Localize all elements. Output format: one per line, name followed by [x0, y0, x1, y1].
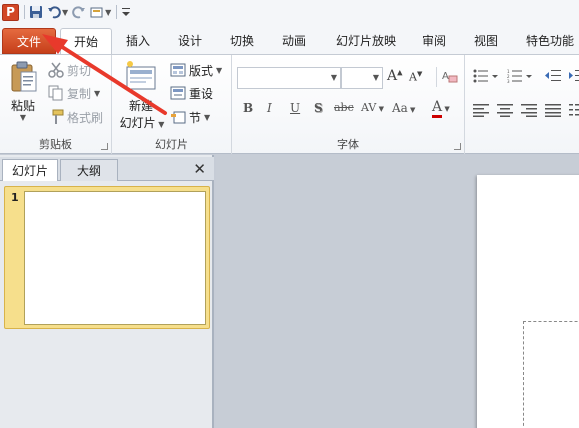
layout-label: 版式: [189, 63, 214, 78]
slides-group: 新建 幻灯片 ▼ 版式 ▼ 重设 节 ▼ 幻灯片: [112, 55, 232, 154]
copy-icon: [48, 85, 64, 101]
align-right-icon[interactable]: [521, 103, 537, 120]
reset-icon: [170, 85, 186, 101]
columns-icon[interactable]: [569, 103, 579, 120]
layout-icon: [170, 62, 186, 78]
numbering-icon[interactable]: 123: [507, 69, 533, 86]
new-slide-button[interactable]: 新建 幻灯片 ▼: [116, 59, 166, 131]
section-dropdown-icon: ▼: [204, 112, 211, 122]
new-slide-icon: [126, 61, 156, 90]
font-size-combo[interactable]: ▼: [341, 67, 383, 89]
new-slide-icon[interactable]: [90, 3, 104, 21]
tab-animations[interactable]: 动画: [274, 28, 314, 54]
font-launcher-icon[interactable]: [454, 143, 461, 150]
font-size-dropdown-icon: ▼: [372, 73, 379, 82]
italic-button[interactable]: I: [267, 101, 272, 115]
copy-label: 复制: [67, 86, 92, 101]
slides-group-label: 幻灯片: [155, 138, 188, 151]
section-button[interactable]: 节 ▼: [170, 107, 210, 127]
font-color-button[interactable]: A ▼: [432, 99, 450, 118]
tab-outline[interactable]: 大纲: [60, 159, 118, 181]
save-icon[interactable]: [29, 3, 43, 21]
slide-thumbnail[interactable]: [24, 191, 206, 325]
shadow-button[interactable]: S: [314, 101, 323, 115]
tab-slideshow[interactable]: 幻灯片放映: [326, 28, 406, 54]
bullets-icon[interactable]: [473, 69, 499, 86]
tab-view[interactable]: 视图: [466, 28, 506, 54]
slide-canvas[interactable]: [477, 175, 579, 428]
clipboard-group-label: 剪贴板: [39, 138, 72, 151]
undo-dropdown-icon[interactable]: ▼: [62, 8, 68, 17]
font-group: ▼ ▼ A▲ A▼ A B I U S abc AV ▼ Aa ▼ A ▼ 字体: [232, 55, 465, 154]
slide-editing-area: [216, 155, 579, 428]
tab-review[interactable]: 审阅: [414, 28, 454, 54]
tab-design[interactable]: 设计: [170, 28, 210, 54]
align-center-icon[interactable]: [497, 103, 513, 120]
font-name-dropdown-icon: ▼: [330, 73, 337, 82]
new-slide-label-bottom: 幻灯片 ▼: [119, 116, 165, 130]
paste-label: 粘贴: [10, 99, 35, 113]
new-slide-label-top: 新建: [128, 99, 153, 113]
tab-transitions[interactable]: 切换: [222, 28, 262, 54]
char-spacing-button[interactable]: AV ▼: [361, 101, 384, 114]
cut-button[interactable]: 剪切: [48, 60, 91, 80]
svg-text:A: A: [442, 71, 449, 82]
tab-insert[interactable]: 插入: [118, 28, 158, 54]
slide-thumbnail-panel: 幻灯片 大纲 ✕ 1: [0, 155, 214, 428]
bold-button[interactable]: B: [243, 101, 253, 115]
tab-home[interactable]: 开始: [60, 28, 112, 54]
layout-dropdown-icon: ▼: [216, 65, 223, 75]
qat-divider: [24, 5, 25, 19]
content-placeholder[interactable]: [523, 321, 579, 428]
paste-icon: [11, 61, 37, 92]
tab-slides[interactable]: 幻灯片: [2, 159, 58, 181]
increase-indent-icon[interactable]: [569, 69, 579, 86]
redo-icon[interactable]: [72, 3, 86, 21]
quick-access-toolbar: P ▼ ▼: [0, 0, 579, 24]
change-case-button[interactable]: Aa ▼: [392, 101, 415, 115]
clear-format-icon[interactable]: A: [436, 67, 458, 87]
copy-button[interactable]: 复制 ▼: [48, 83, 100, 103]
copy-dropdown-icon: ▼: [94, 88, 101, 98]
paragraph-group: 123: [465, 55, 579, 154]
ribbon-home: 粘贴 ▼ 剪切 复制 ▼ 格式刷 剪贴板 新建 幻灯片 ▼ 版式 ▼ 重设 节 …: [0, 54, 579, 154]
format-painter-label: 格式刷: [67, 110, 104, 125]
justify-icon[interactable]: [545, 103, 561, 120]
font-group-label: 字体: [337, 138, 359, 151]
paste-dropdown-icon: ▼: [19, 113, 27, 122]
align-left-icon[interactable]: [473, 103, 489, 120]
decrease-indent-icon[interactable]: [545, 69, 561, 86]
clipboard-launcher-icon[interactable]: [101, 143, 108, 150]
svg-text:3: 3: [507, 79, 510, 83]
reset-label: 重设: [189, 86, 214, 101]
section-icon: [170, 109, 186, 125]
scissors-icon: [48, 62, 64, 78]
grow-font-button[interactable]: A▲: [387, 68, 403, 84]
close-icon[interactable]: ✕: [193, 160, 206, 178]
strikethrough-button[interactable]: abc: [334, 101, 354, 114]
qat-divider: [116, 5, 118, 19]
shrink-font-button[interactable]: A▼: [409, 70, 422, 84]
underline-button[interactable]: U: [290, 101, 300, 115]
clipboard-group: 粘贴 ▼ 剪切 复制 ▼ 格式刷 剪贴板: [0, 55, 112, 154]
format-painter-icon: [48, 109, 64, 125]
new-slide-dropdown-icon[interactable]: ▼: [105, 8, 111, 17]
powerpoint-logo[interactable]: P: [2, 3, 19, 21]
panel-tabs: 幻灯片 大纲 ✕: [0, 157, 214, 181]
tab-file[interactable]: 文件: [2, 28, 56, 54]
cut-label: 剪切: [67, 63, 92, 78]
paste-button[interactable]: 粘贴 ▼: [4, 59, 42, 129]
customize-icon[interactable]: [121, 3, 131, 21]
ribbon-tabs: 文件 开始 插入 设计 切换 动画 幻灯片放映 审阅 视图 特色功能: [0, 24, 579, 54]
section-label: 节: [189, 110, 202, 125]
tab-special[interactable]: 特色功能: [518, 28, 579, 54]
undo-icon[interactable]: [47, 3, 61, 21]
slide-thumbnail-selected[interactable]: 1: [4, 186, 210, 329]
thumbnail-number: 1: [11, 191, 19, 204]
layout-button[interactable]: 版式 ▼: [170, 60, 222, 80]
reset-button[interactable]: 重设: [170, 83, 213, 103]
font-name-combo[interactable]: ▼: [237, 67, 341, 89]
format-painter-button[interactable]: 格式刷: [48, 107, 103, 127]
